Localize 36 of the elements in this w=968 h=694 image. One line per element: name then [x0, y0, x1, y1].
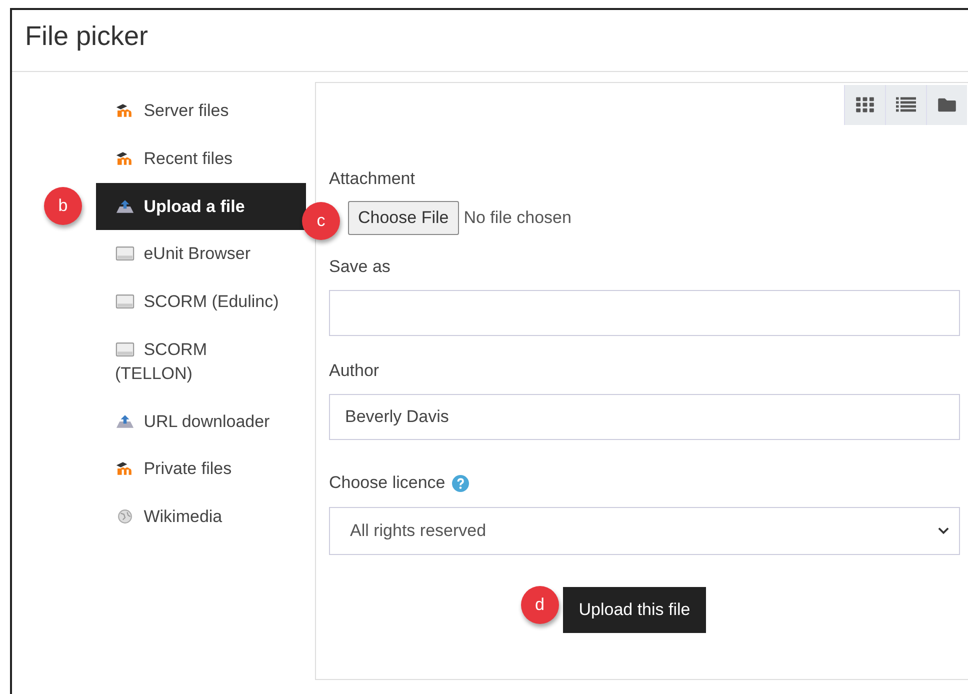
- field-label: Author: [329, 361, 380, 381]
- sidebar-item[interactable]: URL downloader: [96, 398, 306, 446]
- grid-icon: [855, 97, 875, 113]
- help-icon: [452, 474, 470, 492]
- upload-button[interactable]: Upload this file: [562, 587, 706, 633]
- view-button[interactable]: [885, 85, 926, 125]
- globe-icon: [115, 509, 135, 524]
- input-field[interactable]: Beverly Davis: [329, 394, 960, 440]
- drive-icon: [115, 246, 135, 262]
- drive-icon: [115, 342, 135, 357]
- callout-marker: c: [302, 202, 340, 240]
- field-label: Choose licence: [329, 473, 446, 493]
- window-title: File picker: [12, 10, 968, 72]
- sidebar-item[interactable]: SCORM (TELLON): [96, 326, 306, 398]
- drive-icon: [115, 294, 135, 310]
- chevron-down-icon: [938, 527, 949, 535]
- sidebar-item[interactable]: Wikimedia: [96, 493, 306, 541]
- list-icon: [896, 97, 916, 113]
- sidebar-item[interactable]: Recent files: [96, 134, 306, 183]
- callout-marker: b: [44, 187, 82, 226]
- sidebar-item[interactable]: SCORM (Edulinc): [96, 278, 306, 326]
- file-status: No file chosen: [464, 208, 572, 228]
- view-button[interactable]: [926, 85, 967, 125]
- field-label: Attachment: [329, 169, 416, 189]
- sidebar-item[interactable]: Upload a file: [96, 182, 306, 230]
- callout-marker: d: [520, 586, 559, 624]
- view-button[interactable]: [844, 85, 885, 125]
- sidebar-item[interactable]: Server files: [96, 87, 306, 135]
- input-field[interactable]: [329, 290, 960, 336]
- licence-dropdown[interactable]: All rights reserved: [329, 507, 960, 555]
- choose-file-button[interactable]: Choose File: [348, 201, 459, 235]
- upload-tray-icon: [115, 414, 135, 429]
- field-label: Save as: [329, 257, 392, 277]
- upload-tray-icon: [115, 198, 135, 214]
- folder-icon: [937, 97, 957, 113]
- sidebar-item[interactable]: Private files: [96, 445, 306, 494]
